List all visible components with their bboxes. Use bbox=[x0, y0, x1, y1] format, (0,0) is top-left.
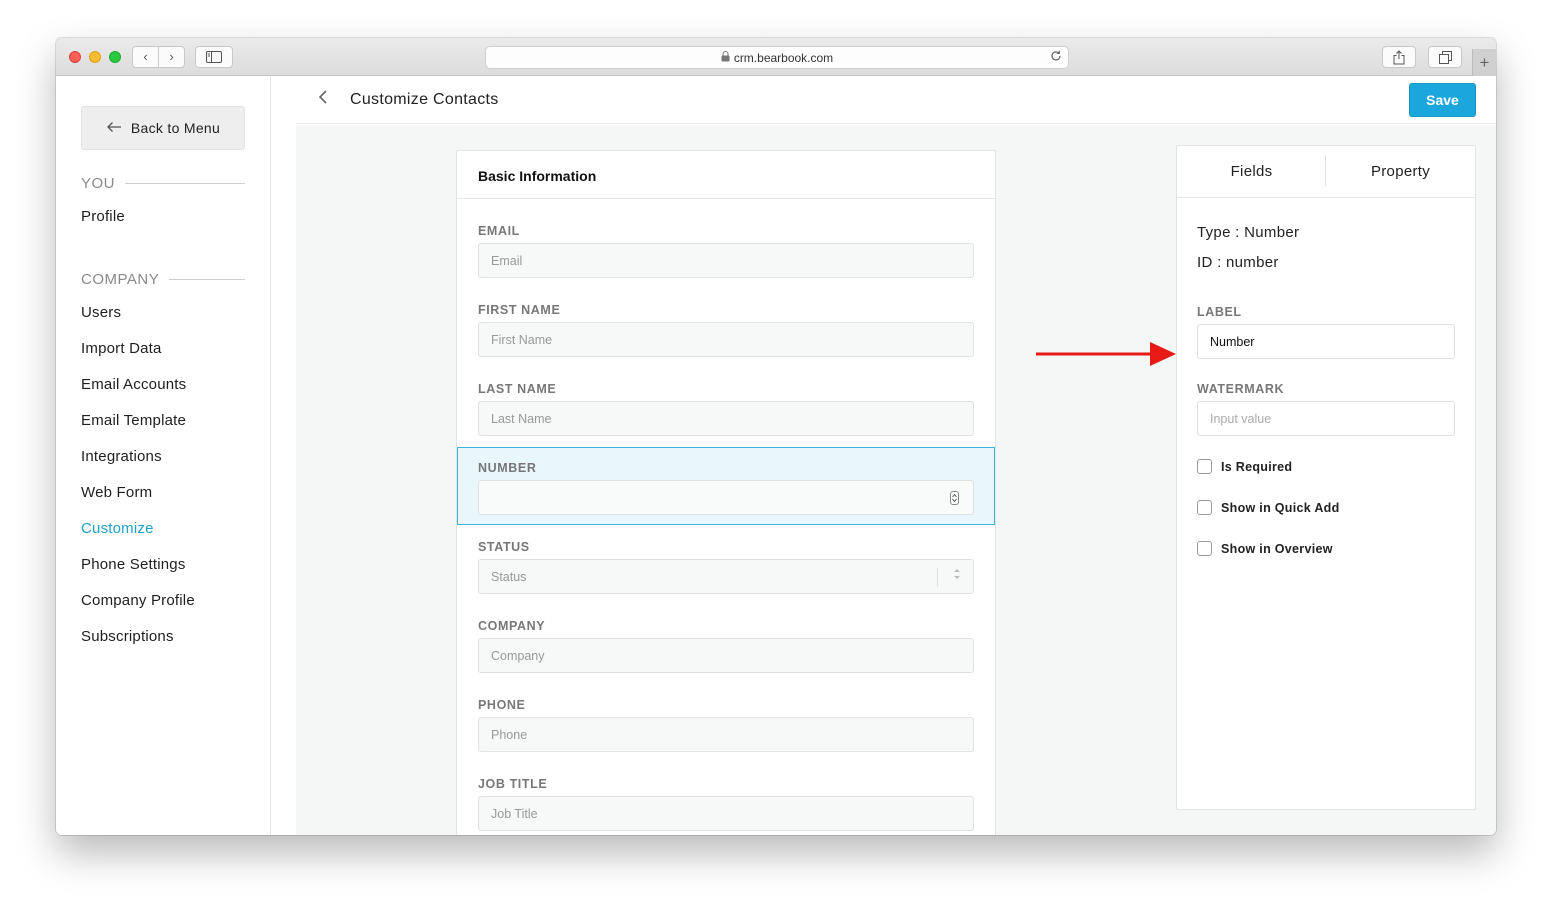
company-heading-text: COMPANY bbox=[81, 271, 160, 288]
status-placeholder: Status bbox=[491, 569, 527, 584]
you-section-heading: YOU bbox=[81, 175, 245, 192]
sidebar-item-integrations[interactable]: Integrations bbox=[81, 448, 162, 465]
form-preview-card: Basic Information EMAIL Email FIRST NAME… bbox=[456, 150, 996, 835]
properties-panel: Fields Property Type : Number ID : numbe… bbox=[1176, 145, 1476, 810]
address-bar[interactable]: crm.bearbook.com bbox=[485, 46, 1069, 69]
field-label: LAST NAME bbox=[478, 382, 557, 396]
sidebar-item-email-accounts[interactable]: Email Accounts bbox=[81, 376, 186, 393]
label-input[interactable]: Number bbox=[1197, 324, 1455, 359]
sidebar-item-customize[interactable]: Customize bbox=[81, 520, 154, 537]
main-panel: Customize Contacts Save Basic Informatio… bbox=[296, 76, 1496, 835]
field-label: PHONE bbox=[478, 698, 526, 712]
label-heading: LABEL bbox=[1197, 305, 1242, 319]
email-input[interactable]: Email bbox=[478, 243, 974, 278]
phone-input[interactable]: Phone bbox=[478, 717, 974, 752]
tabs-overview-icon bbox=[1438, 50, 1452, 64]
is-required-checkbox[interactable] bbox=[1197, 459, 1212, 474]
field-label: COMPANY bbox=[478, 619, 546, 633]
form-field-last-name[interactable]: LAST NAME Last Name bbox=[457, 358, 995, 437]
field-type-text: Type : Number bbox=[1197, 224, 1300, 241]
form-field-phone[interactable]: PHONE Phone bbox=[457, 674, 995, 753]
editor-canvas: Basic Information EMAIL Email FIRST NAME… bbox=[296, 125, 1496, 835]
first-name-input[interactable]: First Name bbox=[478, 322, 974, 357]
chevron-left-icon[interactable] bbox=[318, 88, 328, 111]
url-text: crm.bearbook.com bbox=[733, 50, 834, 65]
field-label: NUMBER bbox=[478, 461, 537, 475]
show-in-overview-checkbox[interactable] bbox=[1197, 541, 1212, 556]
title-bar: ‹ › crm.bearbook.com + bbox=[56, 38, 1496, 76]
divider bbox=[937, 568, 938, 587]
sidebar-item-company-profile[interactable]: Company Profile bbox=[81, 592, 195, 609]
zoom-window-button[interactable] bbox=[109, 51, 121, 63]
form-field-first-name[interactable]: FIRST NAME First Name bbox=[457, 279, 995, 358]
sidebar-item-phone-settings[interactable]: Phone Settings bbox=[81, 556, 186, 573]
close-window-button[interactable] bbox=[69, 51, 81, 63]
form-field-job-title[interactable]: JOB TITLE Job Title bbox=[457, 753, 995, 832]
divider bbox=[169, 279, 245, 280]
back-to-menu-label: Back to Menu bbox=[130, 120, 221, 136]
divider bbox=[125, 183, 245, 184]
field-label: EMAIL bbox=[478, 224, 520, 238]
stepper-icon[interactable] bbox=[950, 491, 959, 505]
show-in-overview-option[interactable]: Show in Overview bbox=[1197, 541, 1333, 556]
is-required-option[interactable]: Is Required bbox=[1197, 459, 1292, 474]
form-field-company[interactable]: COMPANY Company bbox=[457, 595, 995, 674]
show-in-quick-add-option[interactable]: Show in Quick Add bbox=[1197, 500, 1340, 515]
last-name-input[interactable]: Last Name bbox=[478, 401, 974, 436]
history-nav: ‹ › bbox=[132, 46, 185, 68]
sidebar-item-users[interactable]: Users bbox=[81, 304, 121, 321]
forward-icon[interactable]: › bbox=[159, 47, 184, 67]
checkbox-label: Show in Overview bbox=[1221, 541, 1333, 556]
lock-icon bbox=[721, 50, 730, 65]
checkbox-label: Is Required bbox=[1221, 459, 1293, 474]
job-title-input[interactable]: Job Title bbox=[478, 796, 974, 831]
minimize-window-button[interactable] bbox=[89, 51, 101, 63]
tab-fields[interactable]: Fields bbox=[1177, 146, 1326, 197]
new-tab-button[interactable]: + bbox=[1472, 49, 1496, 76]
back-to-menu-button[interactable]: Back to Menu bbox=[81, 106, 245, 150]
you-heading-text: YOU bbox=[81, 175, 116, 192]
sidebar-item-subscriptions[interactable]: Subscriptions bbox=[81, 628, 174, 645]
form-field-status[interactable]: STATUS Status bbox=[457, 516, 995, 595]
right-arrow-icon bbox=[1036, 342, 1176, 366]
field-label: JOB TITLE bbox=[478, 777, 548, 791]
left-arrow-icon bbox=[106, 118, 122, 138]
select-caret-icon bbox=[953, 567, 961, 583]
show-in-quick-add-checkbox[interactable] bbox=[1197, 500, 1212, 515]
reload-icon[interactable] bbox=[1050, 50, 1062, 65]
tab-property[interactable]: Property bbox=[1326, 146, 1475, 197]
company-section-heading: COMPANY bbox=[81, 271, 245, 288]
show-tabs-button[interactable] bbox=[1428, 46, 1462, 68]
back-icon[interactable]: ‹ bbox=[133, 47, 159, 67]
share-button[interactable] bbox=[1382, 46, 1416, 68]
checkbox-label: Show in Quick Add bbox=[1221, 500, 1340, 515]
sidebar-item-profile[interactable]: Profile bbox=[81, 208, 125, 225]
status-select[interactable]: Status bbox=[478, 559, 974, 594]
watermark-input[interactable]: Input value bbox=[1197, 401, 1455, 436]
watermark-heading: WATERMARK bbox=[1197, 382, 1285, 396]
app-content: Back to Menu YOU Profile COMPANY Users I… bbox=[56, 76, 1496, 835]
form-field-email[interactable]: EMAIL Email bbox=[457, 200, 995, 279]
page-title: Customize Contacts bbox=[350, 91, 499, 108]
sidebar-item-email-template[interactable]: Email Template bbox=[81, 412, 186, 429]
sidebar-item-web-form[interactable]: Web Form bbox=[81, 484, 152, 501]
browser-window: ‹ › crm.bearbook.com + Back to Menu YOU … bbox=[56, 38, 1496, 835]
settings-sidebar: Back to Menu YOU Profile COMPANY Users I… bbox=[56, 76, 271, 835]
field-label: FIRST NAME bbox=[478, 303, 561, 317]
share-icon bbox=[1393, 49, 1405, 64]
field-label: STATUS bbox=[478, 540, 530, 554]
properties-tabs: Fields Property bbox=[1177, 146, 1475, 198]
sidebar-icon bbox=[206, 51, 222, 63]
save-button[interactable]: Save bbox=[1409, 83, 1476, 117]
number-input[interactable] bbox=[478, 480, 974, 515]
sidebar-toggle-button[interactable] bbox=[195, 46, 233, 68]
field-id-text: ID : number bbox=[1197, 254, 1279, 271]
form-field-number-selected[interactable]: NUMBER bbox=[457, 447, 995, 525]
page-header: Customize Contacts Save bbox=[296, 76, 1496, 124]
company-input[interactable]: Company bbox=[478, 638, 974, 673]
form-section-title: Basic Information bbox=[457, 151, 995, 199]
sidebar-item-import-data[interactable]: Import Data bbox=[81, 340, 162, 357]
